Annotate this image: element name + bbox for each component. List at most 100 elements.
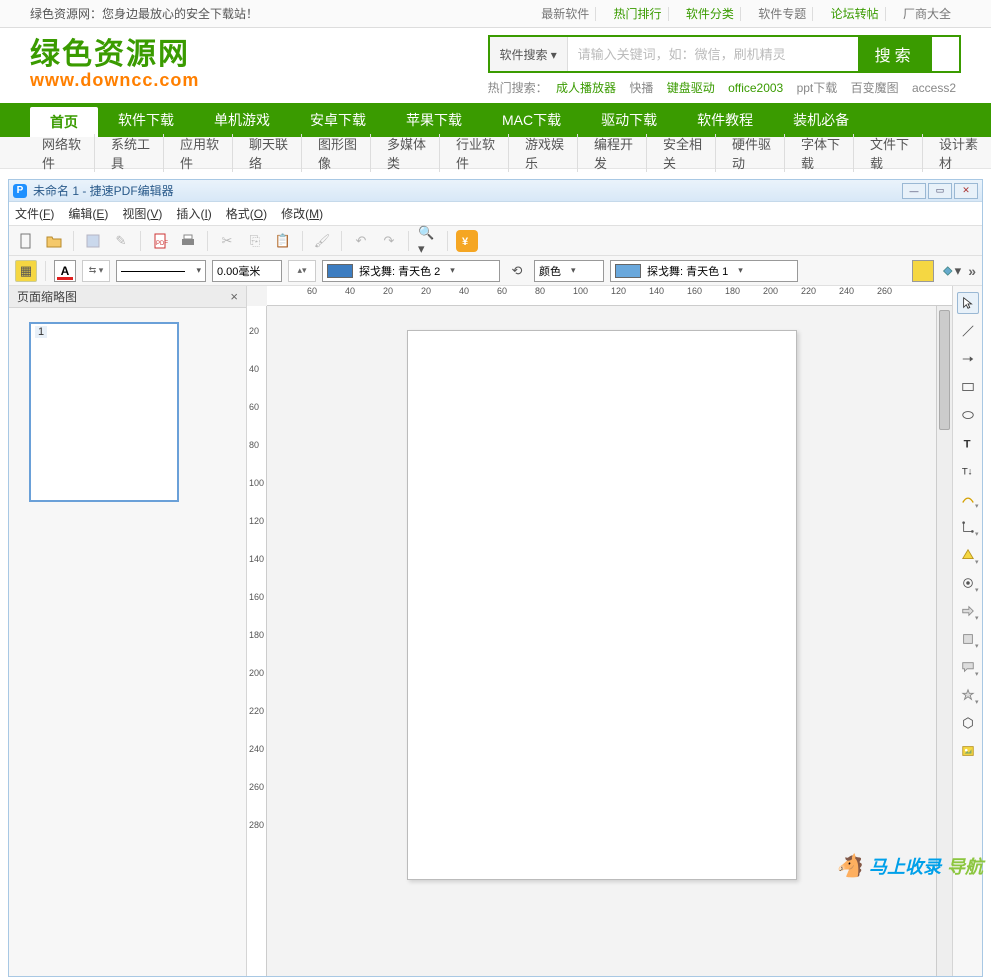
fill-color-dropdown-1[interactable]: 探戈舞: 青天色 2▾ — [322, 260, 500, 282]
nav-item-home[interactable]: 首页 — [30, 107, 98, 137]
document-page[interactable] — [407, 330, 797, 880]
topbar-link[interactable]: 软件分类 — [680, 7, 741, 21]
currency-icon[interactable]: ¥ — [456, 230, 478, 252]
highlight-color-icon[interactable] — [912, 260, 934, 282]
scrollbar-thumb[interactable] — [939, 310, 950, 430]
nav-item[interactable]: 软件教程 — [677, 103, 773, 137]
line-width-input[interactable] — [212, 260, 282, 282]
hot-link[interactable]: 成人播放器 — [556, 81, 616, 95]
vertical-text-tool-icon[interactable]: T↓ — [957, 460, 979, 482]
polygon-tool-icon[interactable] — [957, 712, 979, 734]
page-thumbnail[interactable]: 1 — [29, 322, 179, 502]
curve-tool-icon[interactable]: ▾ — [957, 488, 979, 510]
menu-format[interactable]: 格式(O) — [226, 205, 267, 222]
symbol-shapes-icon[interactable]: ▾ — [957, 572, 979, 594]
search-button[interactable]: 搜索 — [858, 37, 932, 71]
new-file-icon[interactable] — [15, 230, 37, 252]
menu-insert[interactable]: 插入(I) — [176, 205, 211, 222]
subnav-link[interactable]: 游戏娱乐 — [513, 134, 578, 172]
subnav-link[interactable]: 网络软件 — [30, 134, 95, 172]
rectangle-tool-icon[interactable] — [957, 376, 979, 398]
subnav-link[interactable]: 聊天联络 — [237, 134, 302, 172]
font-color-icon[interactable]: A — [54, 260, 76, 282]
hot-link[interactable]: office2003 — [728, 81, 783, 95]
menu-modify[interactable]: 修改(M) — [281, 205, 323, 222]
nav-item[interactable]: 装机必备 — [773, 103, 869, 137]
subnav-link[interactable]: 设计素材 — [927, 134, 991, 172]
hot-link[interactable]: ppt下载 — [797, 81, 838, 95]
ellipse-tool-icon[interactable] — [957, 404, 979, 426]
callout-icon[interactable]: ▾ — [957, 656, 979, 678]
subnav-link[interactable]: 多媒体类 — [375, 134, 440, 172]
subnav-link[interactable]: 文件下载 — [858, 134, 923, 172]
horizontal-ruler[interactable]: 6040202040608010012014016018020022024026… — [267, 286, 952, 306]
basic-shapes-icon[interactable]: ▾ — [957, 544, 979, 566]
nav-item[interactable]: 单机游戏 — [194, 103, 290, 137]
search-type-dropdown[interactable]: 软件搜索 ▾ — [490, 37, 568, 71]
hot-link[interactable]: 键盘驱动 — [667, 81, 715, 95]
menu-file[interactable]: 文件(F) — [15, 205, 54, 222]
topbar-link[interactable]: 论坛转帖 — [825, 7, 886, 21]
subnav-link[interactable]: 应用软件 — [168, 134, 233, 172]
connector-tool-icon[interactable]: ▾ — [957, 516, 979, 538]
edit-icon[interactable]: ✎ — [110, 230, 132, 252]
subnav-link[interactable]: 行业软件 — [444, 134, 509, 172]
grid-view-icon[interactable]: ▦ — [15, 260, 37, 282]
image-tool-icon[interactable] — [957, 740, 979, 762]
nav-item[interactable]: MAC下载 — [482, 103, 581, 137]
nav-item[interactable]: 苹果下载 — [386, 103, 482, 137]
block-arrows-icon[interactable]: ▾ — [957, 600, 979, 622]
format-paint-icon[interactable]: 🖌 — [311, 230, 333, 252]
paste-icon[interactable]: 📋 — [272, 230, 294, 252]
window-titlebar[interactable]: P 未命名 1 - 捷速PDF编辑器 — ▭ ✕ — [9, 180, 982, 202]
stepper-icon[interactable]: ▴▾ — [288, 260, 316, 282]
export-pdf-icon[interactable]: PDF — [149, 230, 171, 252]
topbar-link[interactable]: 最新软件 — [535, 7, 596, 21]
maximize-button[interactable]: ▭ — [928, 183, 952, 199]
site-logo[interactable]: 绿色资源网 www.downcc.com — [30, 40, 199, 92]
subnav-link[interactable]: 编程开发 — [582, 134, 647, 172]
topbar-link[interactable]: 软件专题 — [752, 7, 813, 21]
subnav-link[interactable]: 安全相关 — [651, 134, 716, 172]
save-icon[interactable] — [82, 230, 104, 252]
line-style-dropdown[interactable]: ▾ — [116, 260, 206, 282]
text-tool-icon[interactable]: T — [957, 432, 979, 454]
fill-color-dropdown-2[interactable]: 探戈舞: 青天色 1▾ — [610, 260, 798, 282]
vertical-ruler[interactable]: 20406080100120140160180200220240260280 — [247, 306, 267, 976]
close-panel-icon[interactable]: × — [230, 289, 238, 304]
subnav-link[interactable]: 硬件驱动 — [720, 134, 785, 172]
hot-link[interactable]: 快播 — [629, 81, 653, 95]
line-tool-icon[interactable] — [957, 320, 979, 342]
subnav-link[interactable]: 字体下载 — [789, 134, 854, 172]
hot-link[interactable]: 百变魔图 — [851, 81, 899, 95]
menu-edit[interactable]: 编辑(E) — [68, 205, 108, 222]
nav-item[interactable]: 驱动下载 — [581, 103, 677, 137]
print-icon[interactable] — [177, 230, 199, 252]
topbar-link[interactable]: 厂商大全 — [897, 7, 957, 21]
open-file-icon[interactable] — [43, 230, 65, 252]
flowchart-icon[interactable]: ▾ — [957, 628, 979, 650]
copy-icon[interactable]: ⎘ — [244, 230, 266, 252]
line-spacing-icon[interactable]: ⇆ ▾ — [82, 260, 110, 282]
search-input[interactable] — [568, 37, 858, 71]
zoom-icon[interactable]: 🔍▾ — [417, 230, 439, 252]
star-tool-icon[interactable]: ▾ — [957, 684, 979, 706]
thumbnail-body[interactable]: 1 — [9, 308, 246, 976]
swap-colors-icon[interactable]: ⟲ — [506, 260, 528, 282]
redo-icon[interactable]: ↷ — [378, 230, 400, 252]
cut-icon[interactable]: ✂ — [216, 230, 238, 252]
menu-view[interactable]: 视图(V) — [122, 205, 162, 222]
bucket-fill-icon[interactable]: ▾ — [940, 260, 962, 282]
nav-item[interactable]: 软件下载 — [98, 103, 194, 137]
hot-link[interactable]: access2 — [912, 81, 956, 95]
arrow-tool-icon[interactable] — [957, 348, 979, 370]
nav-item[interactable]: 安卓下载 — [290, 103, 386, 137]
topbar-link[interactable]: 热门排行 — [608, 7, 669, 21]
subnav-link[interactable]: 系统工具 — [99, 134, 164, 172]
minimize-button[interactable]: — — [902, 183, 926, 199]
more-tools-icon[interactable]: » — [968, 263, 976, 279]
close-button[interactable]: ✕ — [954, 183, 978, 199]
color-label-dropdown[interactable]: 颜色▾ — [534, 260, 604, 282]
subnav-link[interactable]: 图形图像 — [306, 134, 371, 172]
undo-icon[interactable]: ↶ — [350, 230, 372, 252]
